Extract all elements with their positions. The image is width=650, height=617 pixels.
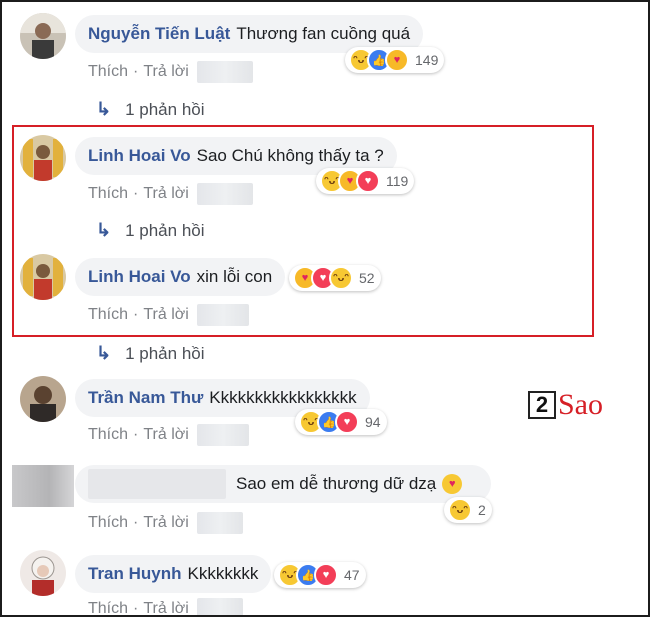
comment-actions: Thích · Trả lời (88, 598, 243, 617)
comment-actions: Thích · Trả lời (88, 61, 253, 83)
separator: · (133, 600, 139, 617)
reaction-count: 94 (365, 414, 381, 430)
heart-eyes-emoji-icon: ♥ (442, 474, 463, 494)
reaction-summary[interactable]: ᵔᴗᵔ ♥ ♥ 119 (316, 168, 415, 194)
avatar[interactable] (20, 135, 66, 181)
separator: · (133, 426, 139, 443)
reaction-count: 149 (415, 52, 439, 68)
blurred-timestamp (196, 512, 243, 534)
avatar[interactable] (20, 550, 66, 596)
avatar[interactable] (20, 376, 66, 422)
haha-reaction-icon: ᵔᴗᵔ (329, 266, 353, 290)
like-link[interactable]: Thích (88, 600, 128, 615)
reply-arrow-icon: ↳ (96, 220, 112, 240)
comment-actions: Thích · Trả lời (88, 424, 249, 446)
blurred-timestamp (196, 61, 253, 83)
comment-author[interactable]: Trần Nam Thư (88, 388, 203, 408)
reaction-summary[interactable]: ᵔᴗᵔ 👍 ♥ 94 (295, 409, 387, 435)
reply-link[interactable]: Trả lời (143, 514, 188, 532)
view-replies-link[interactable]: ↳ 1 phản hồi (96, 99, 205, 120)
reaction-count: 119 (386, 173, 409, 189)
blurred-timestamp (196, 304, 249, 326)
comment-text: Kkkkkkkkkkkkkkkkk (209, 388, 357, 407)
reaction-count: 2 (478, 502, 486, 518)
comment-author[interactable]: Nguyễn Tiến Luật (88, 24, 230, 44)
like-link[interactable]: Thích (88, 514, 128, 532)
reply-link[interactable]: Trả lời (143, 426, 188, 444)
view-replies-link[interactable]: ↳ 1 phản hồi (96, 220, 205, 241)
reaction-count: 47 (344, 567, 360, 583)
care-reaction-icon: ♥ (385, 48, 409, 72)
comment-text: xin lỗi con (196, 267, 273, 286)
love-reaction-icon: ♥ (314, 563, 338, 587)
avatar[interactable] (20, 254, 66, 300)
love-reaction-icon: ♥ (356, 169, 380, 193)
reaction-summary[interactable]: ᵔᴗᵔ 2 (444, 497, 492, 523)
blurred-timestamp (196, 598, 243, 615)
replies-count-label: 1 phản hồi (125, 343, 205, 363)
comments-screenshot: Nguyễn Tiến Luật Thương fan cuồng quá ᵔᴗ… (0, 0, 650, 617)
like-link[interactable]: Thích (88, 63, 128, 81)
comment-actions: Thích · Trả lời (88, 304, 249, 326)
reply-arrow-icon: ↳ (96, 343, 112, 363)
comment-author[interactable]: Linh Hoai Vo (88, 267, 191, 287)
comment-text: Thương fan cuồng quá (236, 24, 411, 43)
blurred-author-name (88, 469, 226, 499)
haha-reaction-icon: ᵔᴗᵔ (448, 498, 472, 522)
reaction-count: 52 (359, 270, 375, 286)
reply-link[interactable]: Trả lời (143, 185, 188, 203)
comment-author[interactable]: Tran Huynh (88, 564, 182, 584)
separator: · (133, 185, 139, 202)
watermark-logo: 2 Sao (528, 388, 603, 422)
replies-count-label: 1 phản hồi (125, 220, 205, 240)
like-link[interactable]: Thích (88, 426, 128, 444)
watermark-digit: 2 (528, 391, 556, 419)
separator: · (133, 514, 139, 531)
separator: · (133, 306, 139, 323)
reply-link[interactable]: Trả lời (143, 600, 188, 615)
reply-link[interactable]: Trả lời (143, 63, 188, 81)
blurred-timestamp (196, 183, 253, 205)
separator: · (133, 63, 139, 80)
reply-link[interactable]: Trả lời (143, 306, 188, 324)
comment-text: Kkkkkkkk (187, 564, 259, 583)
view-replies-link[interactable]: ↳ 1 phản hồi (96, 343, 205, 364)
comment-text: Sao em dễ thương dữ dzạ (236, 474, 437, 493)
reaction-summary[interactable]: ᵔᴗᵔ 👍 ♥ 47 (274, 562, 366, 588)
comment-bubble: Sao em dễ thương dữ dzạ ♥ (75, 465, 491, 503)
replies-count-label: 1 phản hồi (125, 99, 205, 119)
comment-bubble: Tran Huynh Kkkkkkkk (75, 555, 272, 593)
like-link[interactable]: Thích (88, 306, 128, 324)
comment-bubble: Linh Hoai Vo xin lỗi con (75, 258, 286, 296)
comment-author[interactable]: Linh Hoai Vo (88, 146, 191, 166)
comment-actions: Thích · Trả lời (88, 183, 253, 205)
blurred-timestamp (196, 424, 249, 446)
comment-actions: Thích · Trả lời (88, 512, 243, 534)
like-link[interactable]: Thích (88, 185, 128, 203)
watermark-text: Sao (558, 388, 603, 421)
blurred-avatar (12, 465, 74, 507)
love-reaction-icon: ♥ (335, 410, 359, 434)
comment-text: Sao Chú không thấy ta ? (196, 146, 384, 165)
reaction-summary[interactable]: ᵔᴗᵔ 👍 ♥ 149 (345, 47, 445, 73)
reaction-summary[interactable]: ♥ ♥ ᵔᴗᵔ 52 (289, 265, 381, 291)
reply-arrow-icon: ↳ (96, 99, 112, 119)
avatar[interactable] (20, 13, 66, 59)
